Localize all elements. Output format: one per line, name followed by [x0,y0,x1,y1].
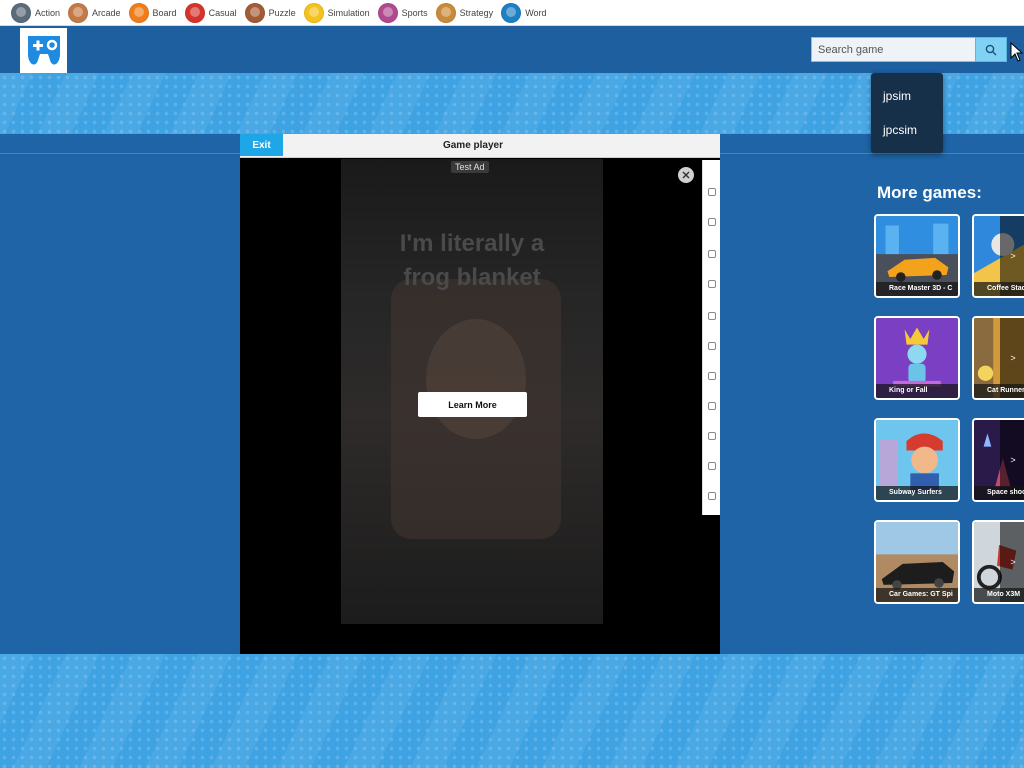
close-ad-button[interactable] [678,167,694,183]
category-label: Simulation [327,7,370,18]
ad-headline-line1: I'm literally a [399,230,545,257]
suggestion-item[interactable]: jpsim [871,79,943,113]
search-bar [811,37,1007,62]
panel-icon [708,280,716,288]
game-side-panel[interactable] [702,160,720,515]
action-icon [11,2,31,23]
player-toolbar: Game player Exit [240,134,720,158]
panel-icon [708,492,716,500]
bottom-banner [0,654,1024,768]
exit-button[interactable]: Exit [240,134,283,156]
close-icon [682,171,690,179]
player-title: Game player [442,140,504,151]
game-tile-cat-runner[interactable]: > Cat Runner [972,316,1024,400]
game-tile-moto-x3m[interactable]: > Moto X3M [972,520,1024,604]
simulation-icon [303,2,324,23]
game-tile-subway-surfers[interactable]: Subway Surfers [874,418,960,502]
panel-icon [708,372,716,380]
game-tile-caption: King or Fall [876,384,958,398]
mouse-cursor-icon [1010,42,1024,62]
ad-headline: I'm literally a frog blanket [341,227,603,295]
category-label: Casual [208,7,237,18]
sports-icon [377,2,398,23]
category-casual[interactable]: Casual [184,2,237,23]
category-action[interactable]: Action [11,2,61,23]
word-icon [501,2,522,23]
category-simulation[interactable]: Simulation [303,2,370,23]
game-tile-caption: Race Master 3D - C [876,282,958,296]
game-tile-caption: Coffee Stac [974,282,1024,296]
site-logo[interactable] [20,28,67,73]
site-header [0,26,1024,73]
category-word[interactable]: Word [501,2,547,23]
learn-more-button[interactable]: Learn More [418,392,527,417]
category-arcade[interactable]: Arcade [68,2,121,23]
search-suggestions: jpsim jpcsim [871,73,943,153]
more-games-title: More games: [877,183,982,202]
category-board[interactable]: Board [128,2,177,23]
panel-icon [708,312,716,320]
category-puzzle[interactable]: Puzzle [244,2,296,23]
category-label: Arcade [92,7,121,18]
game-tile-caption: Cat Runner [974,384,1024,398]
ad-image-face [426,319,526,439]
category-label: Puzzle [268,7,296,18]
test-ad-badge: Test Ad [451,161,489,173]
game-tile-car-games[interactable]: Car Games: GT Spi [874,520,960,604]
search-input[interactable] [811,37,975,62]
category-sports[interactable]: Sports [377,2,428,23]
casual-icon [184,2,205,23]
game-tile-race-master[interactable]: Race Master 3D - C [874,214,960,298]
search-icon [985,44,997,55]
category-label: Strategy [459,7,494,18]
puzzle-icon [244,2,265,23]
panel-icon [708,432,716,440]
panel-icon [708,218,716,226]
panel-icon [708,250,716,258]
ad-headline-line2: frog blanket [403,264,541,291]
panel-icon [708,188,716,196]
arcade-icon [68,2,89,23]
game-tile-caption: Space shoo [974,486,1024,500]
category-label: Board [152,7,177,18]
game-tile-caption: Car Games: GT Spi [876,588,958,602]
category-label: Sports [401,7,428,18]
board-icon [128,2,149,23]
suggestion-item[interactable]: jpcsim [871,113,943,147]
category-strategy[interactable]: Strategy [435,2,494,23]
search-button[interactable] [975,37,1007,62]
game-player: Game player Exit I'm literally a frog bl… [240,134,720,654]
panel-icon [708,402,716,410]
game-tile-caption: Moto X3M [974,588,1024,602]
game-tile-king-or-fall[interactable]: King or Fall [874,316,960,400]
category-bar: Action Arcade Board Casual Puzzle Simula… [0,0,1024,26]
category-label: Action [35,7,61,18]
game-tile-caption: Subway Surfers [876,486,958,500]
panel-icon [708,462,716,470]
strategy-icon [435,2,456,23]
gamepad-logo-icon [27,35,60,65]
game-tile-coffee-stack[interactable]: > Coffee Stac [972,214,1024,298]
panel-icon [708,342,716,350]
game-tile-space-shooter[interactable]: > Space shoo [972,418,1024,502]
category-label: Word [525,7,547,18]
